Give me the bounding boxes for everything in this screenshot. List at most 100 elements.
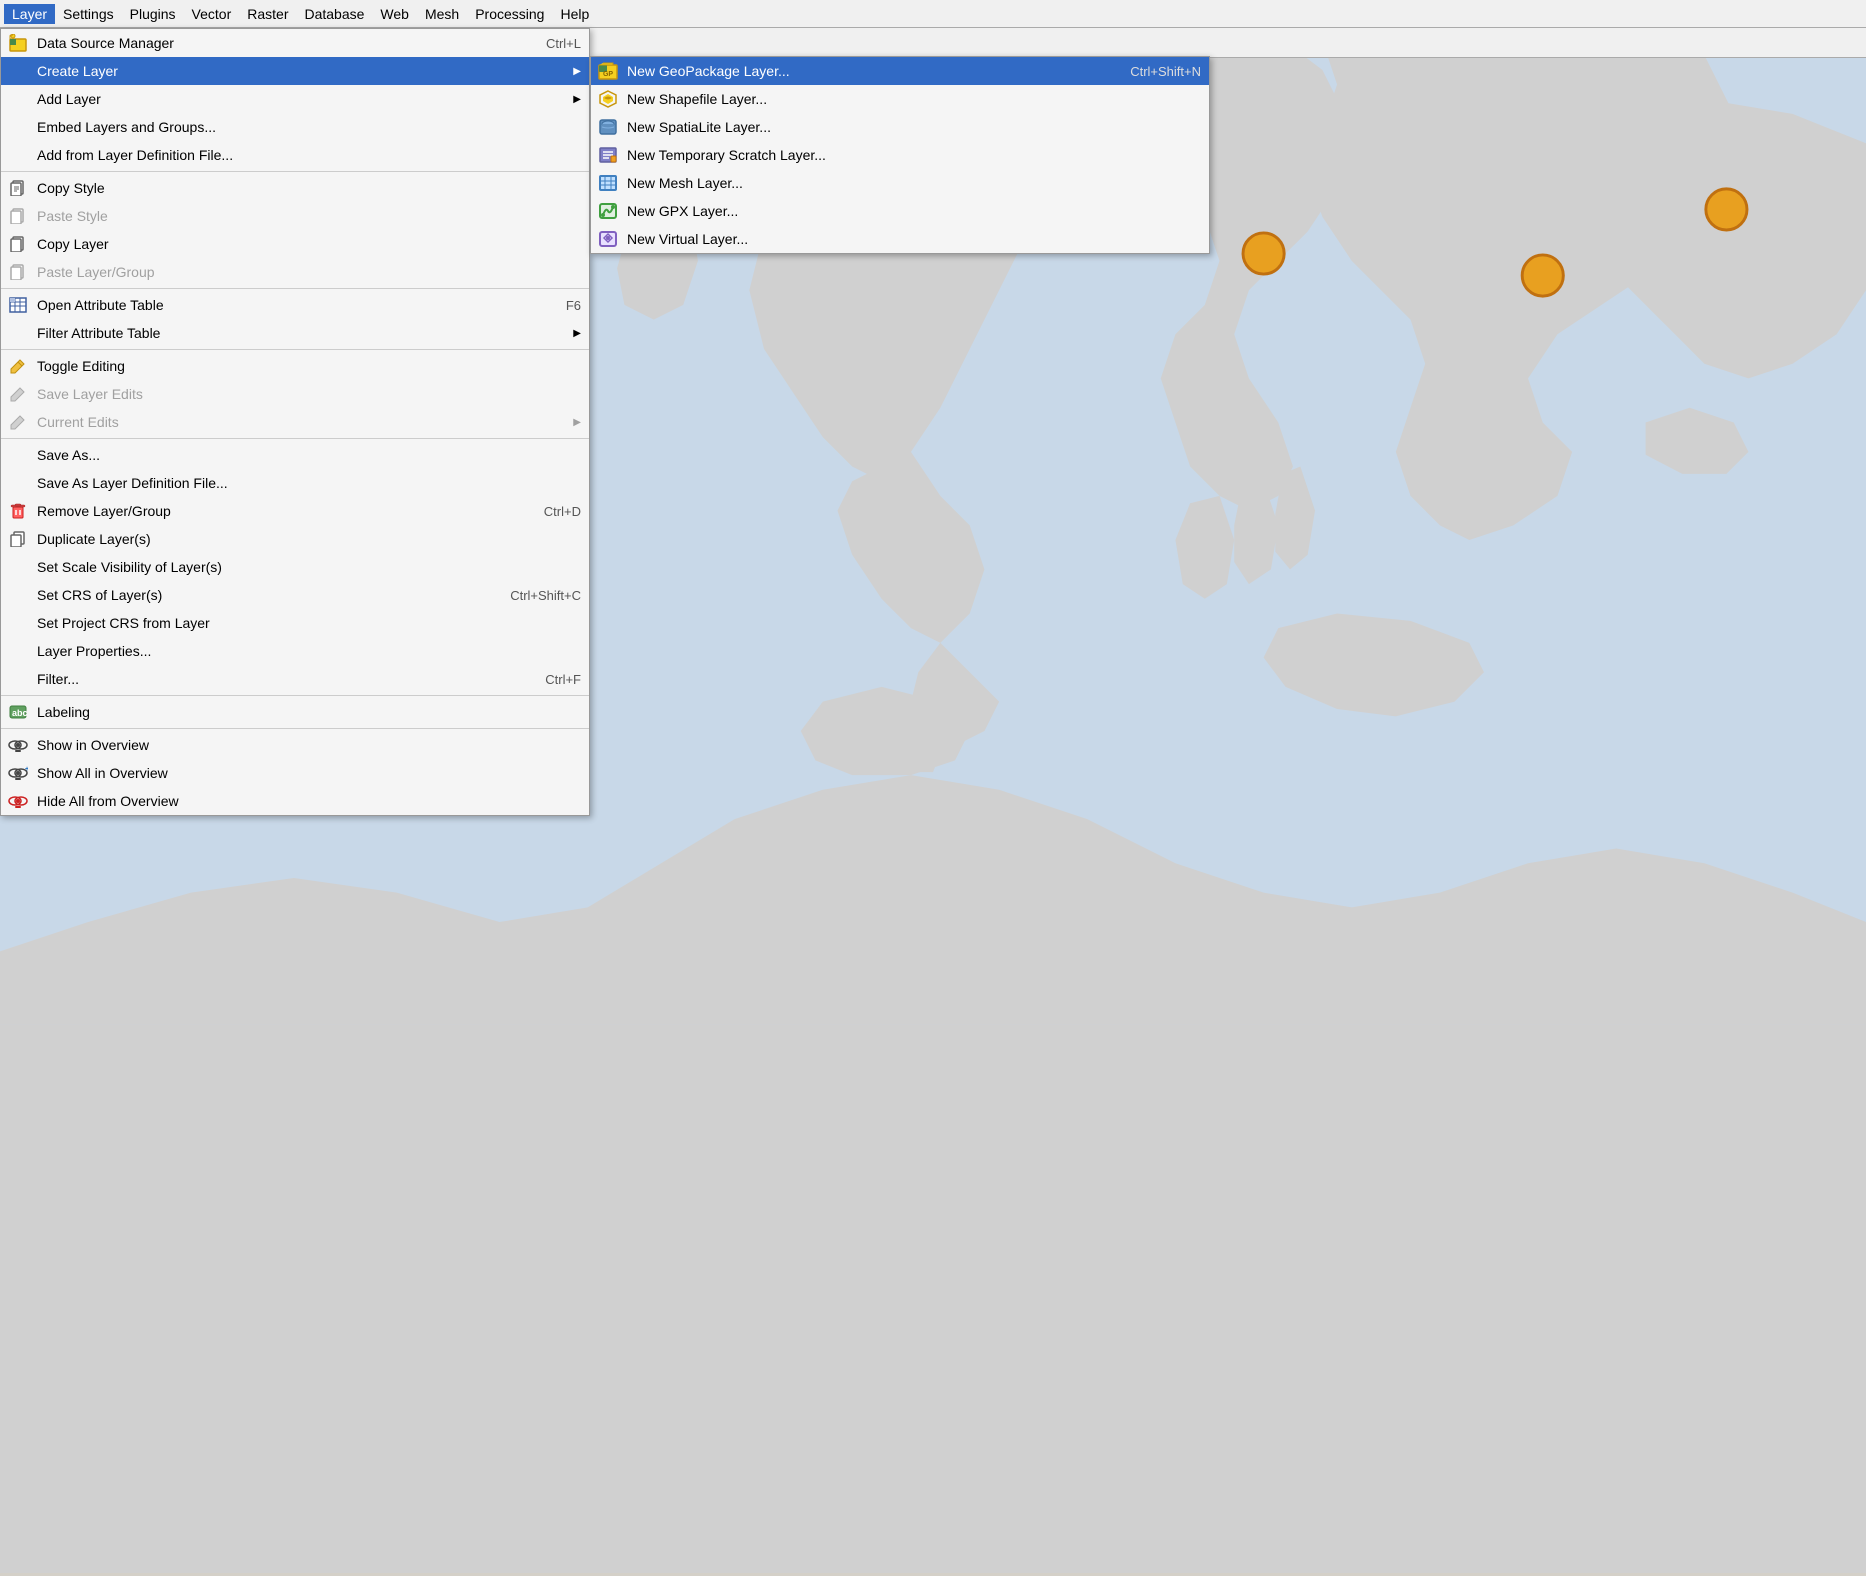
- current-edits-icon: [7, 411, 29, 433]
- copy-layer-label: Copy Layer: [37, 236, 109, 252]
- layer-properties-label: Layer Properties...: [37, 643, 151, 659]
- mesh-icon: [597, 172, 619, 194]
- layer-menu: Data Source Manager Ctrl+L Create Layer …: [0, 28, 590, 816]
- menu-processing[interactable]: Processing: [467, 4, 552, 24]
- set-crs-label: Set CRS of Layer(s): [37, 587, 162, 603]
- menu-item-save-as[interactable]: Save As...: [1, 441, 589, 469]
- menu-help[interactable]: Help: [552, 4, 597, 24]
- remove-layer-label: Remove Layer/Group: [37, 503, 171, 519]
- toggle-editing-icon: [7, 355, 29, 377]
- show-in-overview-label: Show in Overview: [37, 737, 149, 753]
- menu-item-labeling[interactable]: abc Labeling: [1, 698, 589, 726]
- menu-item-filter[interactable]: Filter... Ctrl+F: [1, 665, 589, 693]
- current-edits-label: Current Edits: [37, 414, 119, 430]
- paste-layer-group-label: Paste Layer/Group: [37, 264, 155, 280]
- new-shapefile-label: New Shapefile Layer...: [627, 91, 767, 107]
- add-layer-arrow: ▶: [573, 94, 581, 105]
- menu-layer[interactable]: Layer: [4, 4, 55, 24]
- menu-settings[interactable]: Settings: [55, 4, 122, 24]
- submenu-item-new-mesh[interactable]: New Mesh Layer...: [591, 169, 1209, 197]
- current-edits-arrow: ▶: [573, 417, 581, 428]
- separator-5: [1, 695, 589, 696]
- create-layer-arrow: ▶: [573, 66, 581, 77]
- copy-layer-icon: [7, 233, 29, 255]
- menu-item-open-attribute-table[interactable]: Open Attribute Table F6: [1, 291, 589, 319]
- menu-item-embed-layers[interactable]: Embed Layers and Groups...: [1, 113, 589, 141]
- submenu-item-new-shapefile[interactable]: New Shapefile Layer...: [591, 85, 1209, 113]
- menu-item-copy-layer[interactable]: Copy Layer: [1, 230, 589, 258]
- separator-1: [1, 171, 589, 172]
- submenu-item-new-virtual[interactable]: New Virtual Layer...: [591, 225, 1209, 253]
- submenu-item-new-spatialite[interactable]: New SpatiaLite Layer...: [591, 113, 1209, 141]
- toggle-editing-label: Toggle Editing: [37, 358, 125, 374]
- save-as-label: Save As...: [37, 447, 100, 463]
- create-layer-submenu: GP New GeoPackage Layer... Ctrl+Shift+N …: [590, 56, 1210, 254]
- open-attribute-table-shortcut: F6: [566, 298, 581, 313]
- menu-vector[interactable]: Vector: [184, 4, 240, 24]
- menu-database[interactable]: Database: [296, 4, 372, 24]
- menu-mesh[interactable]: Mesh: [417, 4, 467, 24]
- submenu-item-new-scratch[interactable]: New Temporary Scratch Layer...: [591, 141, 1209, 169]
- menu-item-show-in-overview[interactable]: Show in Overview: [1, 731, 589, 759]
- menu-item-data-source-manager[interactable]: Data Source Manager Ctrl+L: [1, 29, 589, 57]
- save-layer-edits-icon: [7, 383, 29, 405]
- menu-item-add-from-definition[interactable]: Add from Layer Definition File...: [1, 141, 589, 169]
- new-spatialite-label: New SpatiaLite Layer...: [627, 119, 771, 135]
- paste-style-icon: [7, 205, 29, 227]
- shapefile-icon: [597, 88, 619, 110]
- menu-item-layer-properties[interactable]: Layer Properties...: [1, 637, 589, 665]
- set-crs-shortcut: Ctrl+Shift+C: [510, 588, 581, 603]
- save-as-definition-label: Save As Layer Definition File...: [37, 475, 228, 491]
- labeling-label: Labeling: [37, 704, 90, 720]
- menu-item-paste-layer-group: Paste Layer/Group: [1, 258, 589, 286]
- menu-item-show-all-overview[interactable]: + Show All in Overview: [1, 759, 589, 787]
- separator-6: [1, 728, 589, 729]
- scratch-icon: [597, 144, 619, 166]
- show-in-overview-icon: [7, 734, 29, 756]
- menu-raster[interactable]: Raster: [239, 4, 296, 24]
- remove-layer-shortcut: Ctrl+D: [544, 504, 581, 519]
- separator-4: [1, 438, 589, 439]
- svg-text:abc: abc: [12, 708, 27, 718]
- menu-item-create-layer[interactable]: Create Layer ▶: [1, 57, 589, 85]
- paste-layer-icon: [7, 261, 29, 283]
- menu-item-toggle-editing[interactable]: Toggle Editing: [1, 352, 589, 380]
- duplicate-layer-icon: [7, 528, 29, 550]
- data-source-label: Data Source Manager: [37, 35, 174, 51]
- set-project-crs-label: Set Project CRS from Layer: [37, 615, 210, 631]
- menu-item-filter-attribute-table[interactable]: Filter Attribute Table ▶: [1, 319, 589, 347]
- show-all-overview-icon: +: [7, 762, 29, 784]
- menu-item-set-project-crs[interactable]: Set Project CRS from Layer: [1, 609, 589, 637]
- add-from-definition-label: Add from Layer Definition File...: [37, 147, 233, 163]
- geopackage-icon: GP: [597, 60, 619, 82]
- set-scale-visibility-label: Set Scale Visibility of Layer(s): [37, 559, 222, 575]
- filter-attribute-table-label: Filter Attribute Table: [37, 325, 160, 341]
- attribute-table-icon: [7, 294, 29, 316]
- new-gpx-label: New GPX Layer...: [627, 203, 738, 219]
- menu-item-hide-all-overview[interactable]: Hide All from Overview: [1, 787, 589, 815]
- new-scratch-label: New Temporary Scratch Layer...: [627, 147, 826, 163]
- svg-text:+: +: [25, 766, 28, 773]
- new-geopackage-label: New GeoPackage Layer...: [627, 63, 790, 79]
- copy-style-icon: [7, 177, 29, 199]
- menu-item-current-edits: Current Edits ▶: [1, 408, 589, 436]
- menu-plugins[interactable]: Plugins: [122, 4, 184, 24]
- menu-item-remove-layer[interactable]: Remove Layer/Group Ctrl+D: [1, 497, 589, 525]
- menu-item-set-scale-visibility[interactable]: Set Scale Visibility of Layer(s): [1, 553, 589, 581]
- submenu-item-new-gpx[interactable]: New GPX Layer...: [591, 197, 1209, 225]
- menu-item-set-crs[interactable]: Set CRS of Layer(s) Ctrl+Shift+C: [1, 581, 589, 609]
- menu-item-add-layer[interactable]: Add Layer ▶: [1, 85, 589, 113]
- menu-item-save-layer-edits: Save Layer Edits: [1, 380, 589, 408]
- separator-3: [1, 349, 589, 350]
- new-virtual-label: New Virtual Layer...: [627, 231, 748, 247]
- spatialite-icon: [597, 116, 619, 138]
- separator-2: [1, 288, 589, 289]
- save-layer-edits-label: Save Layer Edits: [37, 386, 143, 402]
- embed-layers-label: Embed Layers and Groups...: [37, 119, 216, 135]
- menu-item-duplicate-layer[interactable]: Duplicate Layer(s): [1, 525, 589, 553]
- menu-item-save-as-definition[interactable]: Save As Layer Definition File...: [1, 469, 589, 497]
- menu-web[interactable]: Web: [372, 4, 417, 24]
- submenu-item-new-geopackage[interactable]: GP New GeoPackage Layer... Ctrl+Shift+N: [591, 57, 1209, 85]
- copy-style-label: Copy Style: [37, 180, 105, 196]
- menu-item-copy-style[interactable]: Copy Style: [1, 174, 589, 202]
